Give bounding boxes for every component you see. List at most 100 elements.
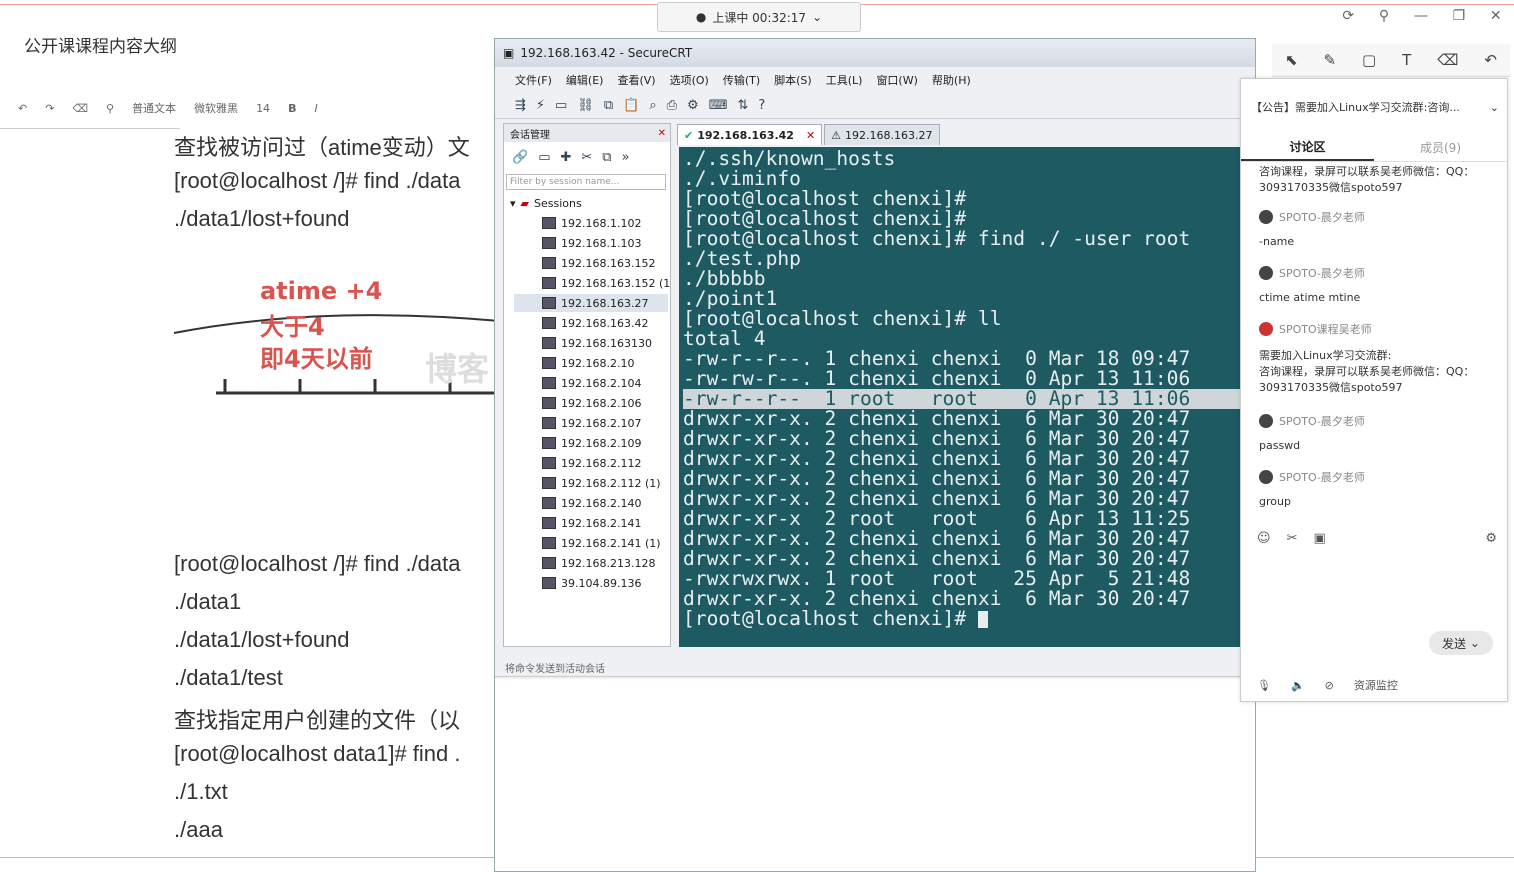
session-item[interactable]: 192.168.2.140: [542, 494, 641, 512]
session-tabs: ✔ 192.168.163.42 ✕ ⚠ 192.168.163.27: [677, 123, 1253, 145]
tab-192-168-163-27[interactable]: ⚠ 192.168.163.27: [824, 124, 940, 145]
session-item[interactable]: 39.104.89.136: [542, 574, 641, 592]
undo-icon[interactable]: ↶: [18, 102, 27, 115]
session-item[interactable]: 192.168.163130: [542, 334, 652, 352]
session-item[interactable]: 192.168.2.109: [542, 434, 641, 452]
diagram-note: 大于4: [260, 313, 325, 341]
chat-message: 3093170335微信spoto597: [1259, 381, 1403, 394]
find-icon[interactable]: ⌕: [649, 98, 656, 113]
restore-icon[interactable]: ❐: [1453, 8, 1466, 30]
tab-discussion[interactable]: 讨论区: [1241, 133, 1374, 161]
session-item[interactable]: 192.168.2.104: [542, 374, 641, 392]
chat-announcement[interactable]: 【公告】需要加入Linux学习交流群:咨询... ⌄: [1241, 97, 1507, 117]
chat-tabs: 讨论区 成员(9): [1241, 133, 1507, 162]
refresh-icon[interactable]: ⟳: [1342, 8, 1354, 30]
chat-message: 咨询课程，录屏可以联系吴老师微信：QQ：: [1259, 165, 1475, 178]
session-item[interactable]: 192.168.1.102: [542, 214, 641, 232]
style-select[interactable]: 普通文本: [132, 100, 176, 116]
session-item[interactable]: 192.168.2.112: [542, 454, 641, 472]
securecrt-window: ▣ 192.168.163.42 - SecureCRT 文件(F) 编辑(E)…: [494, 38, 1256, 872]
sftp-icon[interactable]: ⇅: [737, 98, 748, 113]
quick-connect-icon[interactable]: ⚡: [536, 98, 545, 113]
session-item[interactable]: 192.168.2.106: [542, 394, 641, 412]
chat-sender: SPOTO课程吴老师: [1259, 321, 1372, 337]
session-item[interactable]: 192.168.2.112 (1): [542, 474, 661, 492]
session-item[interactable]: 192.168.2.10: [542, 354, 634, 372]
undo-icon[interactable]: ↶: [1484, 51, 1497, 69]
redo-icon[interactable]: ↷: [45, 102, 54, 115]
menu-file[interactable]: 文件(F): [515, 72, 552, 88]
menu-help[interactable]: 帮助(H): [932, 72, 971, 88]
text-icon[interactable]: T: [1402, 51, 1411, 69]
keymap-icon[interactable]: ⌨: [709, 98, 728, 113]
session-item[interactable]: 192.168.2.107: [542, 414, 641, 432]
pen-icon[interactable]: ✎: [1323, 51, 1336, 69]
record-dot-icon: ●: [695, 10, 707, 24]
menu-edit[interactable]: 编辑(E): [566, 72, 604, 88]
session-item[interactable]: 192.168.163.152 (1: [542, 274, 670, 292]
terminal-output[interactable]: ./.ssh/known_hosts ./.viminfo [root@localh…: [679, 147, 1241, 647]
connect-icon[interactable]: ⇶: [515, 98, 526, 113]
tab-members[interactable]: 成员(9): [1374, 133, 1507, 161]
help-icon[interactable]: ?: [758, 98, 765, 113]
settings-icon[interactable]: ⚙: [687, 98, 699, 113]
more-icon[interactable]: »: [622, 150, 630, 165]
chat-message: 需要加入Linux学习交流群:: [1259, 349, 1392, 362]
italic-button[interactable]: I: [314, 102, 317, 115]
font-size-select[interactable]: 14: [256, 102, 270, 115]
session-item[interactable]: 192.168.163.152: [542, 254, 655, 272]
eraser-icon[interactable]: ⌫: [72, 102, 88, 115]
menu-transfer[interactable]: 传输(T): [723, 72, 760, 88]
format-painter-icon[interactable]: ⚲: [106, 102, 114, 115]
session-item[interactable]: 192.168.2.141: [542, 514, 641, 532]
session-manager-header: 会话管理 ✕: [504, 124, 670, 142]
eraser-icon[interactable]: ⌫: [1437, 51, 1458, 69]
paste-icon[interactable]: 📋: [623, 98, 639, 113]
add-icon[interactable]: ✚: [560, 150, 571, 165]
session-item[interactable]: 192.168.213.128: [542, 554, 655, 572]
microphone-icon[interactable]: 🎙: [1257, 679, 1271, 692]
minimize-icon[interactable]: —: [1414, 8, 1428, 30]
menu-view[interactable]: 查看(V): [617, 72, 655, 88]
copy-icon[interactable]: ⧉: [604, 98, 613, 113]
chat-sender: SPOTO-晨夕老师: [1259, 265, 1365, 281]
new-folder-icon[interactable]: ▭: [538, 150, 550, 165]
font-select[interactable]: 微软雅黑: [194, 100, 238, 116]
sessions-root[interactable]: ▾ ▰ Sessions: [510, 194, 582, 212]
scissors-icon[interactable]: ✂: [1287, 531, 1298, 551]
cut-icon[interactable]: ✂: [581, 150, 592, 165]
image-icon[interactable]: ▣: [1313, 531, 1325, 551]
command-window[interactable]: [495, 679, 1255, 871]
bold-button[interactable]: B: [288, 102, 296, 115]
tab-icon[interactable]: ▭: [555, 98, 567, 113]
copy-icon[interactable]: ⧉: [602, 150, 611, 165]
close-icon[interactable]: ✕: [1490, 8, 1502, 30]
live-status-banner[interactable]: ● 上课中 00:32:17 ⌄: [657, 2, 861, 32]
resource-monitor-label[interactable]: 资源监控: [1354, 677, 1398, 693]
tab-192-168-163-42[interactable]: ✔ 192.168.163.42 ✕: [677, 124, 823, 145]
menu-tools[interactable]: 工具(L): [826, 72, 863, 88]
mute-icon[interactable]: ⊘: [1325, 679, 1334, 692]
close-icon[interactable]: ✕: [658, 128, 666, 139]
settings-icon[interactable]: ⚙: [1485, 531, 1497, 551]
menu-window[interactable]: 窗口(W): [876, 72, 917, 88]
send-button[interactable]: 发送 ⌄: [1429, 631, 1493, 655]
speaker-icon[interactable]: 🔈: [1291, 679, 1305, 692]
close-icon[interactable]: ✕: [806, 129, 815, 142]
emoji-icon[interactable]: ☺: [1257, 531, 1271, 551]
pointer-icon[interactable]: ⬉: [1285, 51, 1298, 69]
session-item[interactable]: 192.168.163.27: [514, 294, 668, 312]
menu-script[interactable]: 脚本(S): [774, 72, 812, 88]
session-item[interactable]: 192.168.2.141 (1): [542, 534, 661, 552]
session-item[interactable]: 192.168.163.42: [542, 314, 648, 332]
rectangle-icon[interactable]: ▢: [1362, 51, 1376, 69]
link-icon[interactable]: 🔗: [512, 150, 528, 165]
reconnect-icon[interactable]: ⛓: [577, 98, 594, 113]
session-filter-input[interactable]: Filter by session name...: [506, 174, 666, 190]
menu-options[interactable]: 选项(O): [670, 72, 709, 88]
session-item[interactable]: 192.168.1.103: [542, 234, 641, 252]
command-window-bar[interactable]: 将命令发送到活动会话: [495, 659, 1255, 677]
pin-icon[interactable]: ⚲: [1379, 8, 1389, 30]
session-label: 192.168.163.152: [561, 256, 656, 270]
print-icon[interactable]: ⎙: [667, 98, 677, 113]
